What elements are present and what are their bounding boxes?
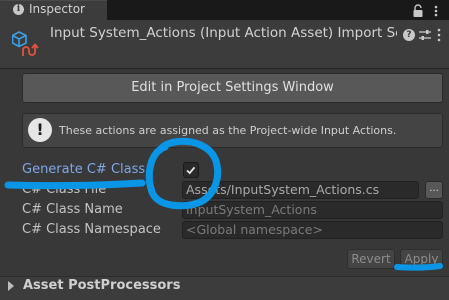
exclamation-icon: ! [28,118,52,142]
tab-inspector-label: Inspector [29,2,85,16]
class-file-field[interactable]: Assets/InputSystem_Actions.cs [182,181,419,199]
generate-class-checkbox[interactable] [183,162,199,178]
lock-icon[interactable] [411,4,425,18]
input-action-asset-icon [12,31,39,56]
asset-postprocessors-label: Asset PostProcessors [23,278,181,293]
generate-class-label: Generate C# Class [22,162,146,177]
kebab-menu-icon[interactable] [430,5,442,17]
revert-button[interactable]: Revert [347,249,395,269]
apply-button[interactable]: Apply [400,249,443,269]
more-options-icon[interactable] [436,27,442,43]
browse-button[interactable]: ... [425,181,443,199]
checkmark-icon [186,166,196,175]
class-file-label: C# Class File [22,182,107,197]
help-icon[interactable]: ? [403,29,415,41]
info-icon: i [13,4,24,15]
edit-in-project-settings-button[interactable]: Edit in Project Settings Window [22,73,443,103]
foldout-arrow-icon[interactable] [8,281,14,291]
presets-sliders-icon[interactable] [418,28,432,42]
page-title: Input System_Actions (Input Action Asset… [50,25,397,41]
info-message: These actions are assigned as the Projec… [59,124,397,137]
class-name-input[interactable]: InputSystem_Actions [182,201,443,219]
class-namespace-label: C# Class Namespace [22,222,161,237]
class-namespace-input[interactable]: <Global namespace> [182,221,443,239]
class-name-label: C# Class Name [22,202,123,217]
